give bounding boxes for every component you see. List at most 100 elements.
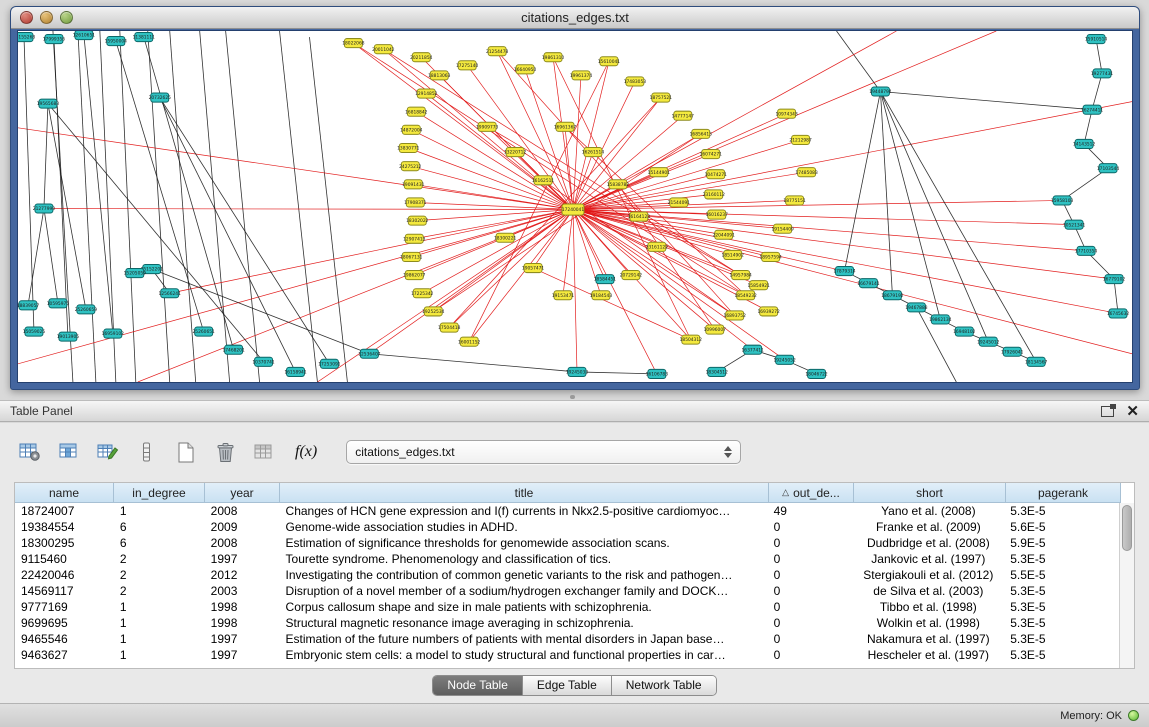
network-node[interactable]: 24275212 bbox=[399, 162, 422, 171]
network-node[interactable]: 16155268 bbox=[18, 33, 35, 42]
network-node[interactable]: 12536407 bbox=[358, 349, 381, 358]
network-node[interactable]: 18839057 bbox=[18, 301, 39, 310]
network-node[interactable]: 19245033 bbox=[566, 367, 589, 376]
network-node[interactable]: 16164123 bbox=[628, 212, 651, 221]
network-node[interactable]: 17908371 bbox=[404, 198, 427, 207]
network-node[interactable]: 17253091 bbox=[318, 359, 341, 368]
table-row[interactable]: 977716911998Corpus callosum shape and si… bbox=[15, 599, 1119, 615]
network-node[interactable]: 13830771 bbox=[397, 143, 420, 152]
network-node[interactable]: 16745632 bbox=[1107, 309, 1130, 318]
network-node[interactable]: 20729142 bbox=[620, 271, 643, 280]
network-node[interactable]: 19961374 bbox=[570, 71, 593, 80]
table-row[interactable]: 2242004622012Investigating the contribut… bbox=[15, 567, 1119, 583]
network-node[interactable]: 14957984 bbox=[730, 271, 753, 280]
network-window-titlebar[interactable]: citations_edges.txt bbox=[11, 7, 1139, 29]
column-header-name[interactable]: name bbox=[15, 483, 114, 503]
network-node[interactable]: 12610651 bbox=[73, 31, 96, 40]
network-node[interactable]: 19153471 bbox=[552, 291, 575, 300]
zoom-window-button[interactable] bbox=[60, 11, 73, 24]
network-node[interactable]: 21544091 bbox=[668, 198, 691, 207]
network-node[interactable]: 16948102 bbox=[953, 327, 976, 336]
network-node[interactable]: 17275140 bbox=[456, 61, 479, 70]
close-window-button[interactable] bbox=[20, 11, 33, 24]
network-node[interactable]: 10521341 bbox=[1063, 220, 1086, 229]
network-node[interactable]: 19184543 bbox=[590, 291, 613, 300]
network-node[interactable]: 15610041 bbox=[598, 57, 621, 66]
tab-network-table[interactable]: Network Table bbox=[612, 676, 716, 695]
edit-table-button[interactable] bbox=[94, 439, 122, 465]
network-node[interactable]: 15059025 bbox=[23, 327, 46, 336]
network-node[interactable]: 19909773 bbox=[476, 122, 499, 131]
function-builder-button[interactable]: f(x) bbox=[289, 443, 323, 461]
network-node[interactable]: 17999356 bbox=[43, 35, 66, 44]
network-node[interactable]: 19245012 bbox=[977, 337, 1000, 346]
network-node[interactable]: 16959102 bbox=[102, 329, 125, 338]
network-select[interactable]: citations_edges.txt bbox=[346, 440, 741, 464]
column-header-pagerank[interactable]: pagerank bbox=[1006, 483, 1121, 503]
network-node[interactable]: 19862077 bbox=[403, 271, 426, 280]
network-node[interactable]: 18300221 bbox=[494, 233, 517, 242]
network-node[interactable]: 21254478 bbox=[486, 47, 509, 56]
column-button[interactable] bbox=[133, 439, 161, 465]
network-node[interactable]: 16779102 bbox=[1103, 275, 1126, 284]
network-node[interactable]: 18813063 bbox=[428, 71, 451, 80]
network-node[interactable]: 16106783 bbox=[646, 369, 669, 378]
network-node[interactable]: 19565683 bbox=[37, 99, 60, 108]
network-node[interactable]: 12907413 bbox=[403, 234, 426, 243]
network-node[interactable]: 19861310 bbox=[542, 53, 565, 62]
network-node[interactable]: 15854921 bbox=[748, 281, 771, 290]
network-node[interactable]: 23160112 bbox=[703, 190, 726, 199]
network-node[interactable]: 18504312 bbox=[680, 335, 703, 344]
column-header-year[interactable]: year bbox=[205, 483, 280, 503]
network-node[interactable]: 12914852 bbox=[415, 89, 438, 98]
network-node[interactable]: 18022068 bbox=[342, 39, 365, 48]
network-node[interactable]: 16939272 bbox=[757, 307, 780, 316]
column-header-title[interactable]: title bbox=[280, 483, 769, 503]
network-node[interactable]: 18304512 bbox=[706, 367, 729, 376]
column-display-button[interactable] bbox=[55, 439, 83, 465]
network-node[interactable]: 18514902 bbox=[722, 250, 745, 259]
network-node[interactable]: 16640950 bbox=[514, 65, 537, 74]
network-node[interactable]: 15205059 bbox=[124, 269, 147, 278]
network-node[interactable]: 20732625 bbox=[149, 93, 172, 102]
network-node[interactable]: 19448794 bbox=[869, 87, 892, 96]
network-node[interactable]: 17879314 bbox=[833, 267, 856, 276]
network-node[interactable]: 13220712 bbox=[504, 147, 527, 156]
network-node[interactable]: 19057471 bbox=[522, 263, 545, 272]
panel-divider[interactable] bbox=[0, 392, 1149, 400]
network-node[interactable]: 18775151 bbox=[783, 196, 806, 205]
tab-edge-table[interactable]: Edge Table bbox=[523, 676, 612, 695]
network-node[interactable]: 19154409 bbox=[771, 224, 794, 233]
network-node[interactable]: 18757521 bbox=[650, 93, 673, 102]
network-node[interactable]: 10996007 bbox=[704, 325, 727, 334]
network-node[interactable]: 20211854 bbox=[410, 53, 433, 62]
network-node[interactable]: 16162511 bbox=[532, 176, 555, 185]
float-panel-icon[interactable] bbox=[1101, 406, 1114, 417]
network-node[interactable]: 19277431 bbox=[1091, 69, 1114, 78]
network-node[interactable]: 10974343 bbox=[775, 109, 798, 118]
import-table-button[interactable] bbox=[250, 439, 278, 465]
table-row[interactable]: 1830029562008Estimation of significance … bbox=[15, 535, 1119, 551]
network-node[interactable]: 10595975 bbox=[47, 299, 70, 308]
network-node[interactable]: 10370741 bbox=[252, 357, 275, 366]
table-row[interactable]: 1456911722003Disruption of a novel membe… bbox=[15, 583, 1119, 599]
network-node[interactable]: 17504418 bbox=[438, 323, 461, 332]
table-row[interactable]: 946554611997Estimation of the future num… bbox=[15, 631, 1119, 647]
new-column-button[interactable] bbox=[172, 439, 200, 465]
table-options-button[interactable] bbox=[16, 439, 44, 465]
network-node[interactable]: 16274411 bbox=[1081, 105, 1104, 114]
table-row[interactable]: 1938455462009Genome-wide association stu… bbox=[15, 519, 1119, 535]
network-node[interactable]: 19862134 bbox=[929, 315, 952, 324]
network-node[interactable]: 18046722 bbox=[805, 369, 828, 378]
table-row[interactable]: 911546021997Tourette syndrome. Phenomeno… bbox=[15, 551, 1119, 567]
network-node[interactable]: 12566241 bbox=[159, 289, 182, 298]
network-node[interactable]: 15950004 bbox=[105, 37, 128, 46]
network-node[interactable]: 20011042 bbox=[372, 45, 395, 54]
network-node[interactable]: 16679141 bbox=[857, 279, 880, 288]
table-scrollbar[interactable] bbox=[1119, 503, 1134, 668]
network-node[interactable]: 19467888 bbox=[905, 303, 928, 312]
network-node[interactable]: 15958103 bbox=[1051, 196, 1074, 205]
network-node[interactable]: 16893752 bbox=[724, 311, 747, 320]
network-node[interactable]: 17485083 bbox=[795, 168, 818, 177]
minimize-window-button[interactable] bbox=[40, 11, 53, 24]
